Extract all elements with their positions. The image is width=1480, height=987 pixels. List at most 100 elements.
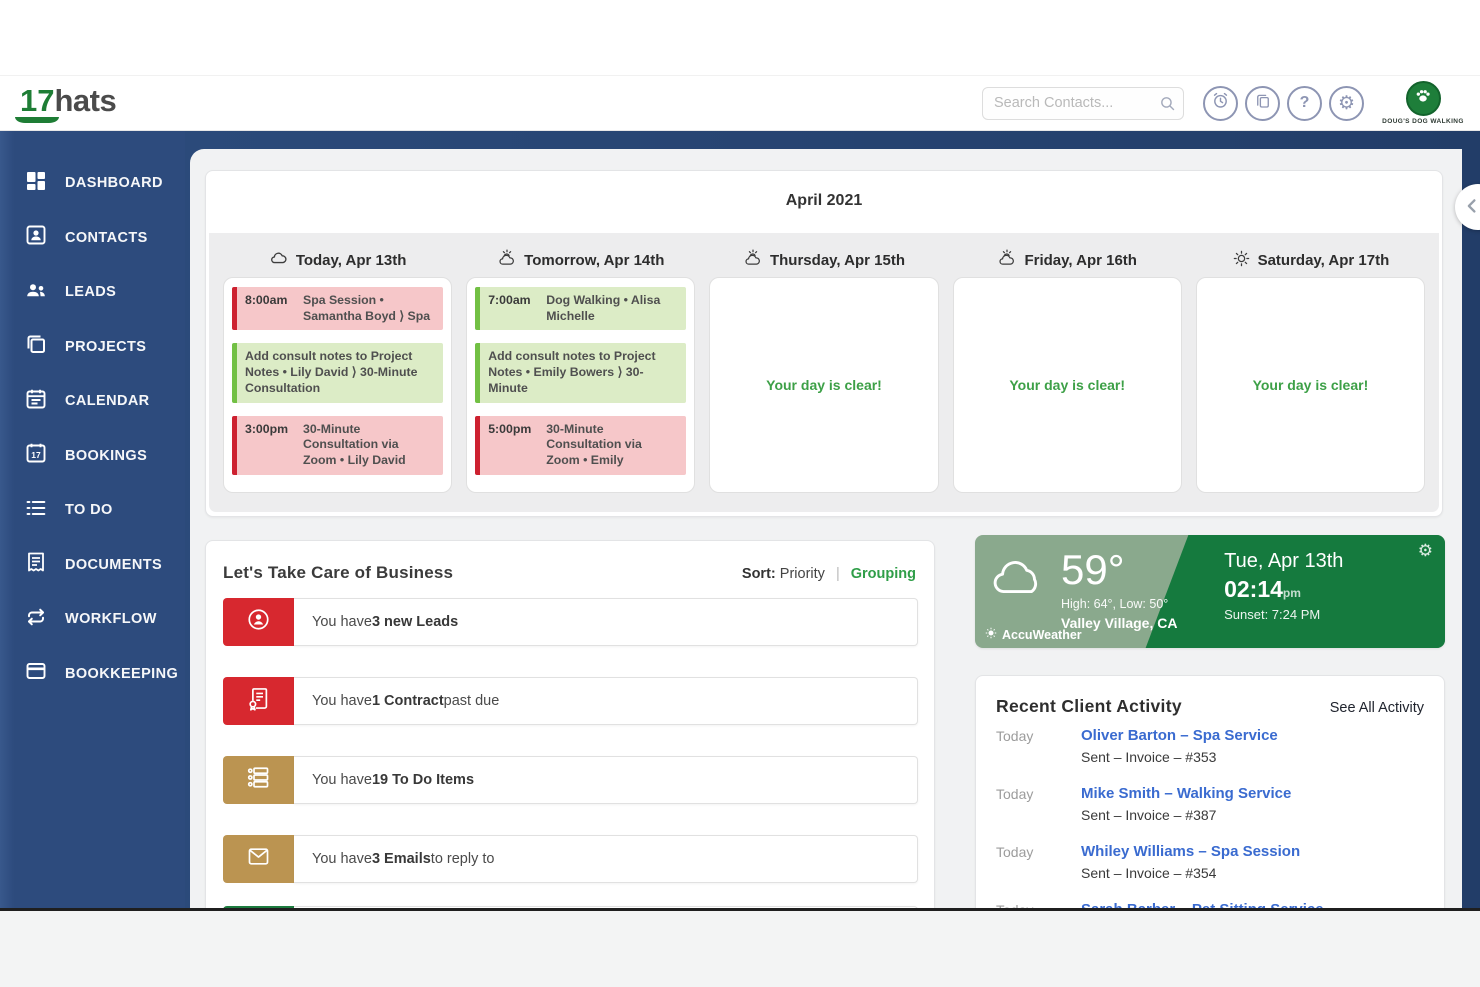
day-column-saturday: Saturday, Apr 17th Your day is clear!: [1196, 243, 1425, 498]
search-icon[interactable]: [1159, 95, 1176, 117]
sort-label: Sort:: [742, 566, 776, 582]
sort-priority-option[interactable]: Priority: [780, 566, 825, 582]
account-name: DOUG'S DOG WALKING: [1380, 118, 1466, 125]
page-background: [0, 911, 1480, 987]
sidebar-label: TO DO: [65, 502, 113, 518]
calendar-event[interactable]: 8:00am Spa Session • Samantha Boyd ⟩ Spa: [232, 287, 443, 330]
sidebar-label: BOOKKEEPING: [65, 666, 178, 682]
help-button[interactable]: ?: [1287, 86, 1322, 121]
business-item-todos[interactable]: You have 19 To Do Items: [223, 756, 918, 804]
sidebar-item-contacts[interactable]: CONTACTS: [0, 211, 185, 266]
sidebar-label: WORKFLOW: [65, 611, 157, 627]
templates-button[interactable]: [1245, 86, 1280, 121]
calendar-event[interactable]: Add consult notes to Project Notes • Lil…: [232, 343, 443, 402]
question-mark-icon: ?: [1300, 95, 1310, 111]
calendar-event[interactable]: Add consult notes to Project Notes • Emi…: [475, 343, 686, 402]
event-time: 5:00pm: [488, 422, 542, 469]
calendar-event[interactable]: 7:00am Dog Walking • Alisa Michelle: [475, 287, 686, 330]
calendar-month-title: April 2021: [206, 171, 1442, 233]
business-item-leads[interactable]: You have 3 new Leads: [223, 598, 918, 646]
todo-list-icon: [24, 496, 48, 525]
item-text: You have: [312, 772, 372, 788]
item-text: You have: [312, 614, 372, 630]
activity-date: Today: [996, 727, 1081, 770]
account-menu[interactable]: DOUG'S DOG WALKING: [1380, 81, 1466, 125]
item-text: past due: [444, 693, 500, 709]
day-events-card: Your day is clear!: [953, 277, 1182, 493]
copy-documents-icon: [1254, 92, 1272, 115]
sidebar-nav: DASHBOARD CONTACTS LEADS PROJECTS CALEND…: [0, 131, 185, 908]
sidebar-label: BOOKINGS: [65, 448, 147, 464]
item-count: 3 Emails: [372, 851, 431, 867]
app-body: DASHBOARD CONTACTS LEADS PROJECTS CALEND…: [0, 131, 1480, 908]
business-title: Let's Take Care of Business: [223, 563, 453, 583]
event-time: 8:00am: [245, 293, 299, 324]
temperature: 59°: [1061, 549, 1177, 591]
activity-client-link[interactable]: Oliver Barton – Spa Service: [1081, 727, 1278, 744]
activity-date: Today: [996, 785, 1081, 828]
event-time: 7:00am: [488, 293, 542, 324]
search-input[interactable]: [982, 87, 1184, 120]
calendar-event[interactable]: 3:00pm 30-Minute Consultation via Zoom •…: [232, 416, 443, 475]
contact-search: [982, 87, 1184, 120]
item-text: to reply to: [431, 851, 495, 867]
business-sort: Sort: Priority | Grouping: [742, 566, 916, 582]
see-all-activity-link[interactable]: See All Activity: [1330, 700, 1424, 716]
sidebar-item-documents[interactable]: DOCUMENTS: [0, 538, 185, 593]
sidebar-item-workflow[interactable]: WORKFLOW: [0, 592, 185, 647]
booking-calendar-icon: 17: [24, 441, 48, 470]
settings-button[interactable]: ⚙: [1329, 86, 1364, 121]
sidebar-item-calendar[interactable]: CALENDAR: [0, 374, 185, 429]
activity-client-link[interactable]: Whiley Williams – Spa Session: [1081, 843, 1300, 860]
gear-icon: ⚙: [1338, 94, 1355, 113]
activity-row: Today Oliver Barton – Spa Service Sent –…: [996, 727, 1424, 770]
weather-widget: 59° High: 64°, Low: 50° Valley Village, …: [975, 535, 1445, 648]
high-low: High: 64°, Low: 50°: [1061, 597, 1177, 611]
business-item-emails[interactable]: You have 3 Emails to reply to: [223, 835, 918, 883]
weather-settings-gear-icon[interactable]: ⚙: [1418, 541, 1433, 561]
day-column-thursday: Thursday, Apr 15th Your day is clear!: [709, 243, 938, 498]
lead-person-icon: [245, 606, 272, 638]
reminders-button[interactable]: [1203, 86, 1238, 121]
activity-row: Today Sarah Barber – Pet Sitting Service: [996, 901, 1424, 908]
activity-date: Today: [996, 901, 1081, 908]
main-content: April 2021 Today, Apr 13th 8:00am Spa Se…: [190, 149, 1462, 908]
item-count: 1 Contract: [372, 693, 444, 709]
activity-detail: Sent – Invoice – #354: [1081, 865, 1300, 881]
day-label: Thursday, Apr 15th: [770, 252, 905, 269]
sidebar-item-dashboard[interactable]: DASHBOARD: [0, 156, 185, 211]
day-label: Today, Apr 13th: [296, 252, 407, 269]
sidebar-item-bookings[interactable]: 17 BOOKINGS: [0, 429, 185, 484]
contract-icon: [245, 685, 272, 717]
logo-word: hats: [54, 83, 116, 119]
calendar-icon: [24, 387, 48, 416]
day-events-card: Your day is clear!: [1196, 277, 1425, 493]
17hats-logo[interactable]: 17hats: [20, 83, 116, 123]
people-icon: [24, 278, 48, 307]
item-count: 19 To Do Items: [372, 772, 474, 788]
day-events-card: 7:00am Dog Walking • Alisa Michelle Add …: [466, 277, 695, 493]
sidebar-item-projects[interactable]: PROJECTS: [0, 320, 185, 375]
day-label: Saturday, Apr 17th: [1258, 252, 1390, 269]
activity-client-link[interactable]: Sarah Barber – Pet Sitting Service: [1081, 901, 1324, 908]
event-text: 30-Minute Consultation via Zoom • Emily: [546, 422, 678, 469]
day-events-card: 8:00am Spa Session • Samantha Boyd ⟩ Spa…: [223, 277, 452, 493]
sidebar-label: PROJECTS: [65, 339, 146, 355]
event-text: Dog Walking • Alisa Michelle: [546, 293, 678, 324]
item-text: You have: [312, 693, 372, 709]
sidebar-item-bookkeeping[interactable]: BOOKKEEPING: [0, 647, 185, 702]
business-item-contract[interactable]: You have 1 Contract past due: [223, 677, 918, 725]
day-column-friday: Friday, Apr 16th Your day is clear!: [953, 243, 1182, 498]
cloud-icon: [269, 248, 289, 272]
activity-client-link[interactable]: Mike Smith – Walking Service: [1081, 785, 1291, 802]
sidebar-item-leads[interactable]: LEADS: [0, 265, 185, 320]
partly-cloudy-icon: [497, 248, 517, 272]
calendar-event[interactable]: 5:00pm 30-Minute Consultation via Zoom •…: [475, 416, 686, 475]
sort-grouping-option[interactable]: Grouping: [851, 566, 916, 582]
bank-card-icon: [24, 659, 48, 688]
activity-title: Recent Client Activity: [996, 696, 1182, 717]
sidebar-label: CONTACTS: [65, 230, 148, 246]
event-text: 30-Minute Consultation via Zoom • Lily D…: [303, 422, 435, 469]
sidebar-item-todo[interactable]: TO DO: [0, 483, 185, 538]
sidebar-label: DASHBOARD: [65, 175, 163, 191]
